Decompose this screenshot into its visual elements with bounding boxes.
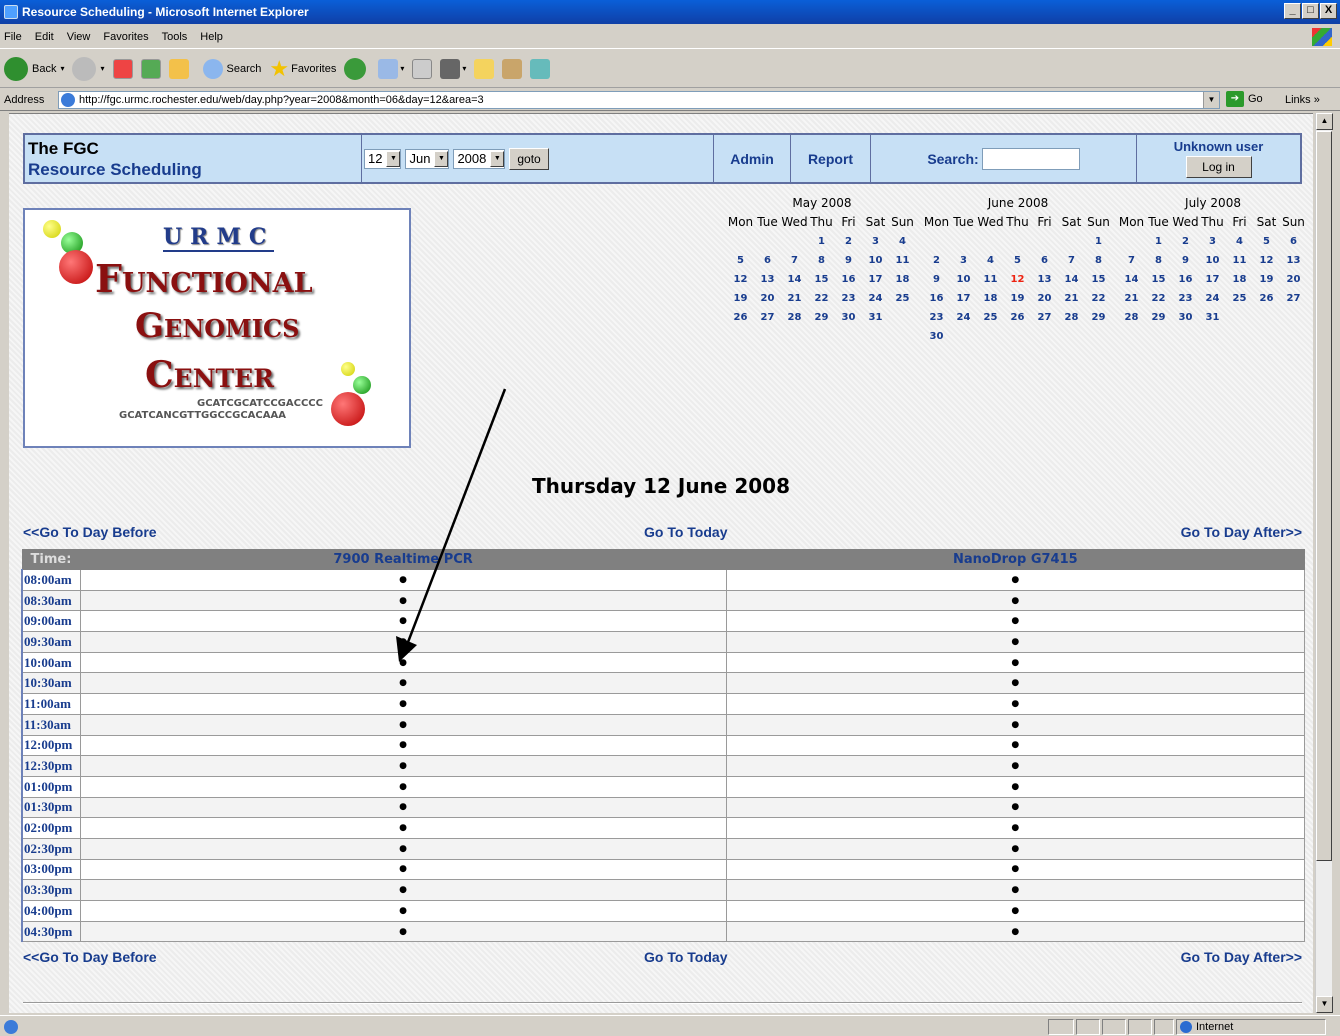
- back-arrow-icon: [4, 56, 28, 81]
- links-button[interactable]: Links »: [1285, 94, 1320, 106]
- address-label: Address: [4, 93, 45, 106]
- window-titlebar: Resource Scheduling - Microsoft Internet…: [0, 0, 1340, 24]
- back-button[interactable]: Back ▾: [4, 56, 64, 81]
- folder-button[interactable]: [474, 58, 495, 79]
- status-bar: Internet: [0, 1015, 1340, 1036]
- printer-icon: [412, 58, 433, 79]
- menu-bar: File Edit View Favorites Tools Help: [0, 25, 1340, 49]
- browser-toolbar: Back ▾ ▾ Search ★ Favorites ▾ ▾: [0, 50, 1340, 88]
- home-button[interactable]: [168, 58, 189, 79]
- mail-button[interactable]: ▾: [378, 58, 404, 79]
- print-button[interactable]: [412, 58, 433, 79]
- forward-button[interactable]: ▾: [72, 56, 105, 81]
- menu-favorites[interactable]: Favorites: [103, 31, 148, 43]
- globe-icon: [1180, 1021, 1192, 1033]
- go-arrow-icon: ➔: [1226, 91, 1244, 107]
- folder-icon: [474, 58, 495, 79]
- security-zone: Internet: [1176, 1019, 1326, 1035]
- favorites-button[interactable]: ★ Favorites: [269, 56, 336, 82]
- page-viewport: The FGC Resource Scheduling 12 ▼ Jun ▼ 200…: [9, 113, 1313, 1013]
- stop-icon: [112, 58, 133, 79]
- address-url: http://fgc.urmc.rochester.edu/web/day.ph…: [79, 94, 484, 106]
- address-bar: Address http://fgc.urmc.rochester.edu/we…: [0, 89, 1340, 111]
- menu-help[interactable]: Help: [200, 31, 223, 43]
- research-button[interactable]: [502, 58, 523, 79]
- history-button[interactable]: [344, 57, 370, 80]
- edit-button[interactable]: ▾: [440, 58, 466, 79]
- vertical-scrollbar[interactable]: ▲ ▼: [1315, 113, 1333, 1013]
- menu-tools[interactable]: Tools: [162, 31, 188, 43]
- menu-file[interactable]: File: [4, 31, 22, 43]
- refresh-icon: [140, 58, 161, 79]
- maximize-button[interactable]: □: [1302, 3, 1319, 19]
- edit-icon: [440, 58, 461, 79]
- home-icon: [168, 58, 189, 79]
- scroll-thumb[interactable]: [1316, 131, 1332, 861]
- window-title: Resource Scheduling - Microsoft Internet…: [22, 5, 309, 19]
- close-button[interactable]: X: [1320, 3, 1337, 19]
- menu-view[interactable]: View: [67, 31, 91, 43]
- scroll-down-icon[interactable]: ▼: [1316, 996, 1333, 1013]
- forward-arrow-icon: [72, 56, 97, 81]
- address-input[interactable]: http://fgc.urmc.rochester.edu/web/day.ph…: [58, 91, 1220, 109]
- messenger-button[interactable]: [530, 58, 551, 79]
- research-icon: [502, 58, 523, 79]
- page-icon: [61, 93, 75, 107]
- refresh-button[interactable]: [140, 58, 161, 79]
- ie-app-icon: [4, 5, 18, 19]
- star-icon: ★: [269, 55, 290, 81]
- windows-logo-icon: [1312, 28, 1332, 46]
- page-status-icon: [4, 1020, 18, 1034]
- messenger-icon: [530, 58, 551, 79]
- search-icon: [202, 58, 223, 79]
- minimize-button[interactable]: _: [1284, 3, 1301, 19]
- stop-button[interactable]: [112, 58, 133, 79]
- menu-edit[interactable]: Edit: [35, 31, 54, 43]
- scroll-up-icon[interactable]: ▲: [1316, 113, 1333, 130]
- annotation-arrow: [396, 388, 507, 662]
- address-dropdown[interactable]: ▼: [1203, 92, 1219, 108]
- mail-icon: [378, 58, 399, 79]
- history-icon: [344, 57, 367, 80]
- go-button[interactable]: ➔ Go: [1226, 91, 1263, 107]
- search-button[interactable]: Search: [202, 58, 261, 79]
